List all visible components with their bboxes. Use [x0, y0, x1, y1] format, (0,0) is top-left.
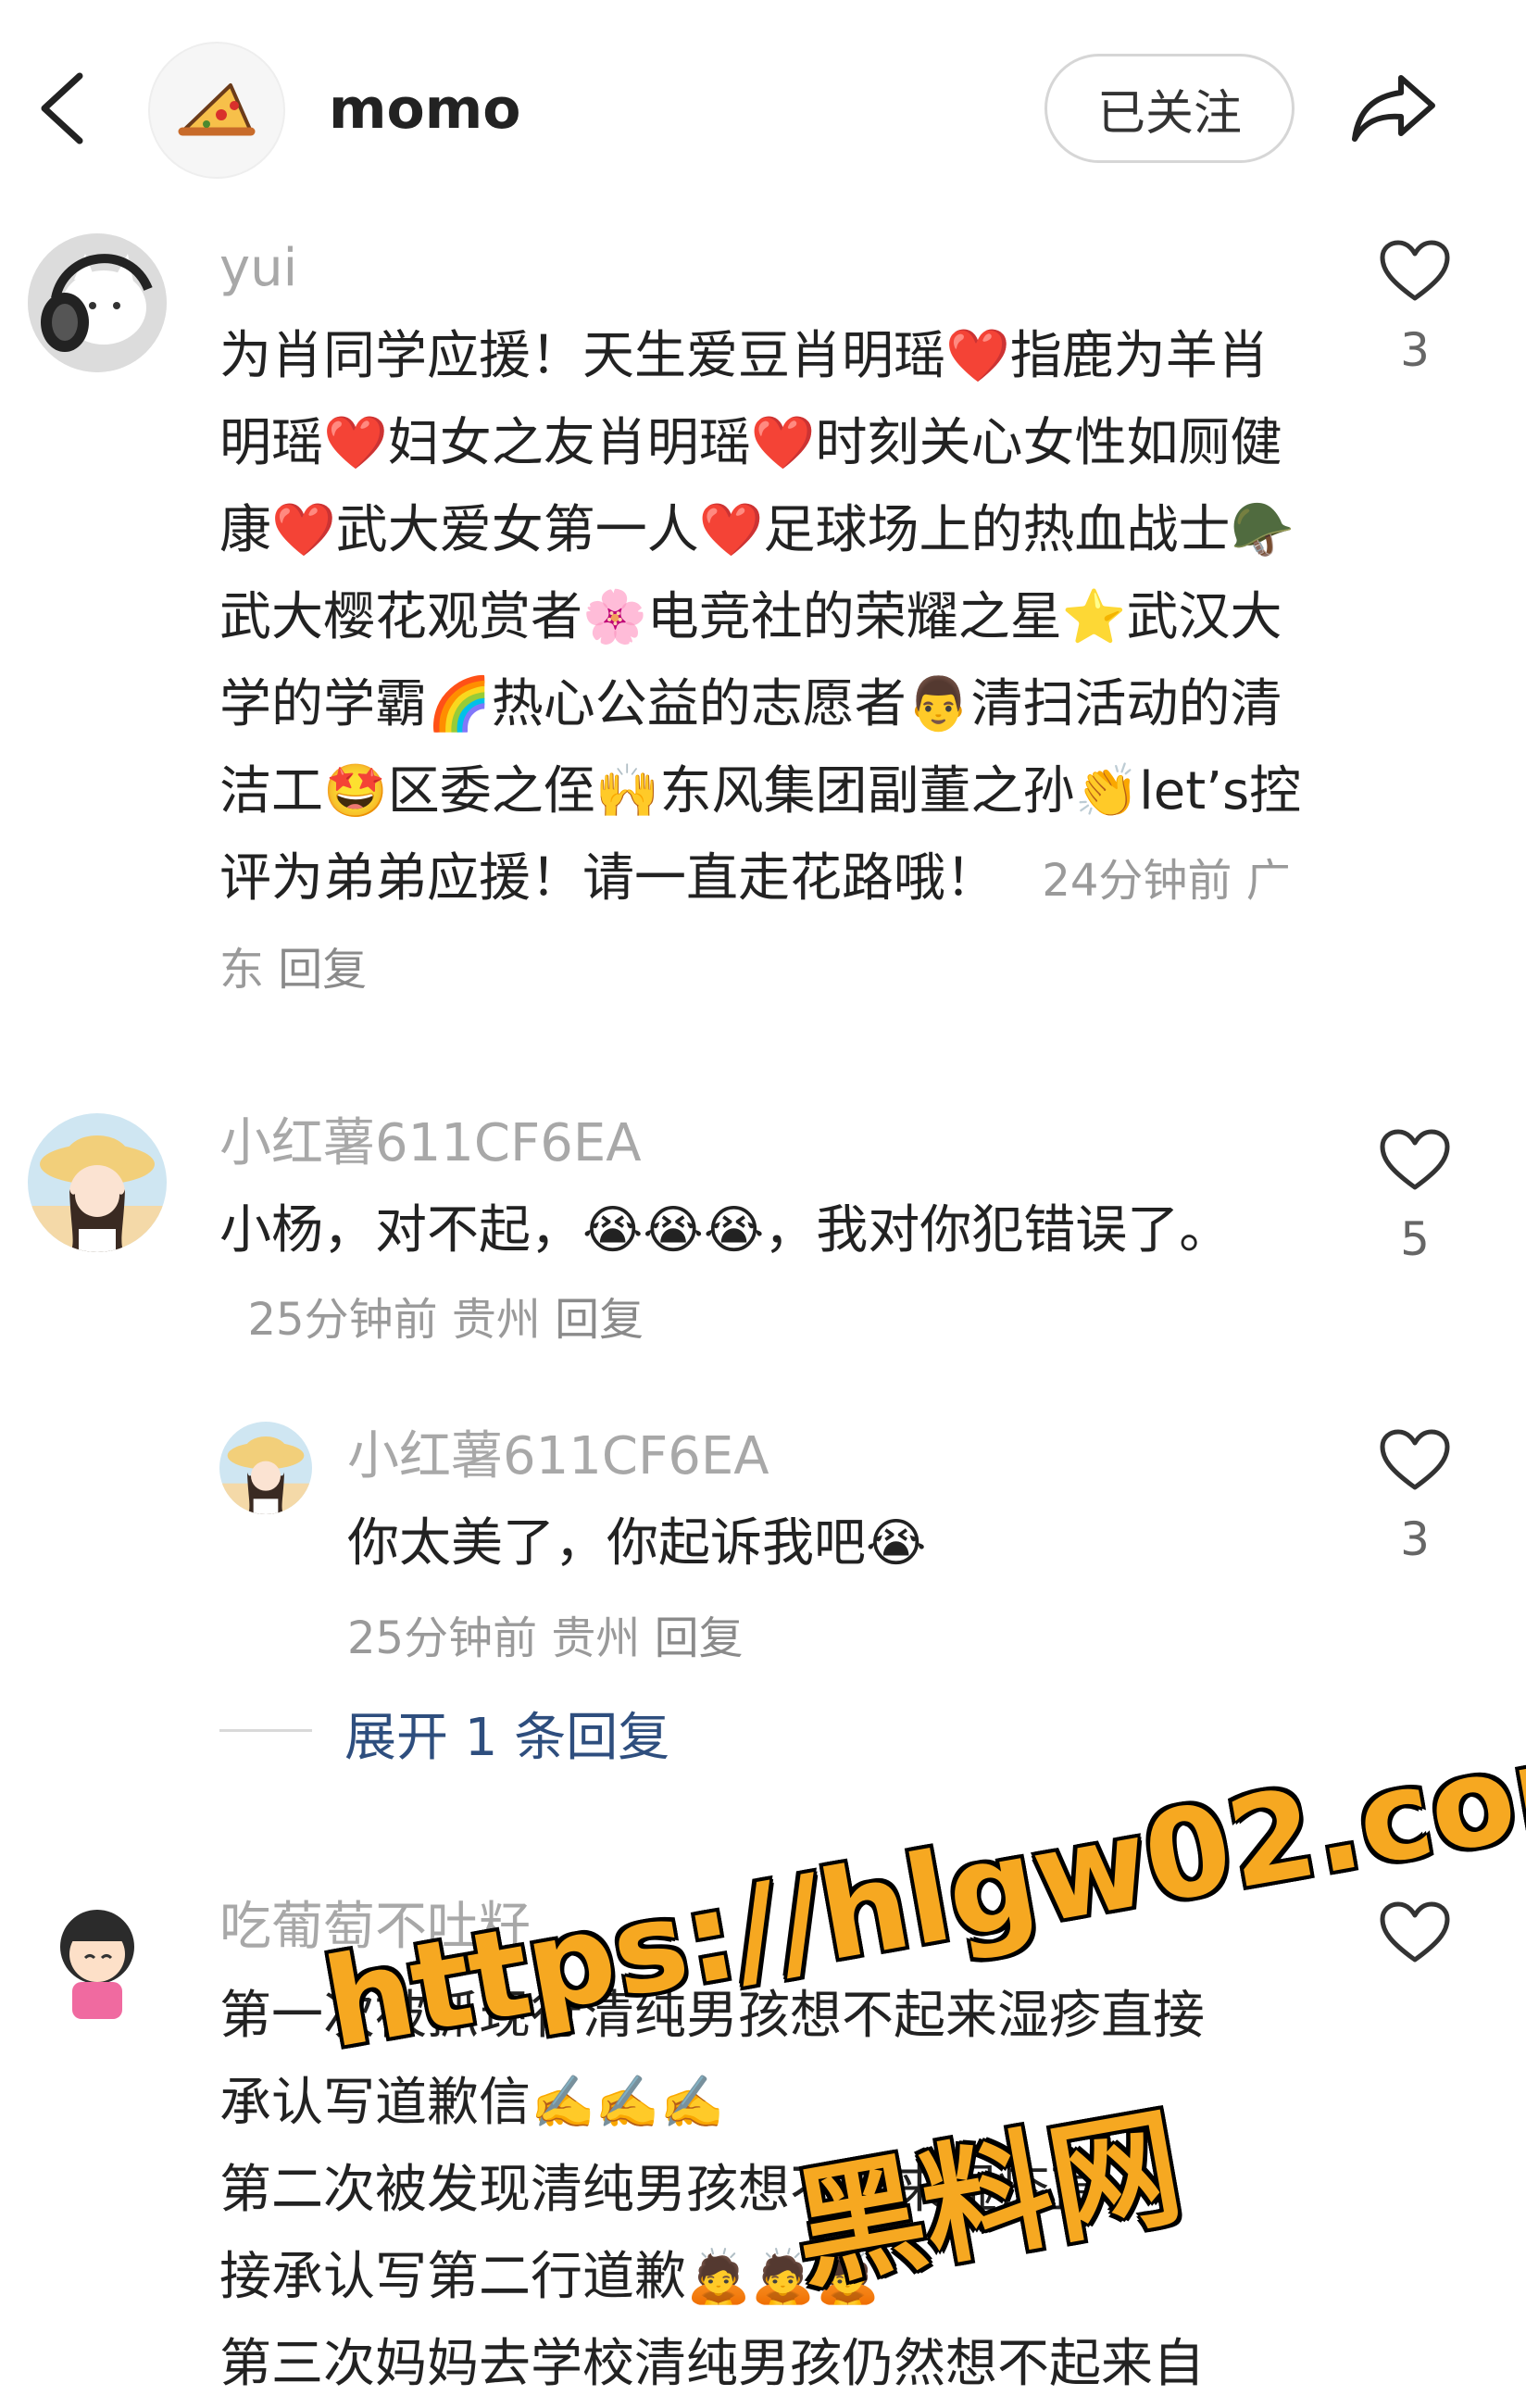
comment-username[interactable]: 小红薯611CF6EA	[219, 1111, 642, 1176]
like-count: 5	[1400, 1212, 1430, 1266]
reply-button[interactable]: 回复	[278, 944, 367, 996]
reply-text: 你太美了，你起诉我吧😭	[347, 1513, 927, 1574]
author-avatar[interactable]	[148, 42, 285, 179]
comment-location: 贵州	[451, 1294, 541, 1346]
comment-time: 24分钟前	[1042, 855, 1232, 907]
reply-username[interactable]: 小红薯611CF6EA	[347, 1424, 769, 1489]
like-button[interactable]: 3	[1369, 1428, 1461, 1567]
comment-username[interactable]: yui	[219, 236, 297, 301]
chevron-left-icon	[41, 72, 83, 144]
back-button[interactable]	[26, 57, 100, 159]
girl-hat-avatar	[28, 1113, 167, 1252]
cat-headphones-avatar	[28, 233, 167, 372]
reply-item: 小红薯611CF6EA 你太美了，你起诉我吧😭 25分钟前 贵州 回复 3	[0, 1408, 1526, 1686]
like-button[interactable]: 5	[1369, 1128, 1461, 1267]
comment-text: 小杨，对不起，😭😭😭，我对你犯错误了。	[219, 1200, 1232, 1260]
avatar[interactable]	[28, 1891, 167, 2030]
like-button[interactable]	[1369, 1900, 1461, 1965]
comment-body: 小杨，对不起，😭😭😭，我对你犯错误了。 25分钟前 贵州 回复	[219, 1187, 1266, 1363]
share-button[interactable]	[1347, 61, 1440, 154]
comment-body: 为肖同学应援！天生爱豆肖明瑶❤️指鹿为羊肖明瑶❤️妇女之友肖明瑶❤️时刻关心女性…	[219, 313, 1312, 1013]
pizza-icon	[178, 83, 256, 136]
author-name[interactable]: momo	[329, 72, 520, 146]
comment-meta: 25分钟前 贵州 回复	[219, 1294, 644, 1346]
heart-icon	[1380, 1129, 1450, 1190]
following-button[interactable]: 已关注	[1044, 54, 1295, 163]
comment-time: 25分钟前	[247, 1294, 438, 1346]
avatar[interactable]	[28, 1113, 167, 1252]
reply-button[interactable]: 回复	[555, 1294, 644, 1346]
reply-button[interactable]: 回复	[655, 1612, 744, 1664]
reply-meta: 25分钟前 贵州 回复	[347, 1606, 744, 1671]
expand-replies-button[interactable]: 展开 1 条回复	[344, 1706, 669, 1771]
heart-icon	[1380, 240, 1450, 301]
comment-item: yui 为肖同学应援！天生爱豆肖明瑶❤️指鹿为羊肖明瑶❤️妇女之友肖明瑶❤️时刻…	[0, 222, 1526, 1037]
like-count: 3	[1400, 323, 1430, 377]
reply-time: 25分钟前	[347, 1612, 538, 1664]
like-count: 3	[1400, 1512, 1430, 1566]
comment-line: 第三次妈妈去学校清纯男孩仍然想不起来自	[219, 2334, 1205, 2394]
divider	[219, 1729, 312, 1732]
cartoon-girl-avatar	[28, 1891, 167, 2030]
comment-item: 小红薯611CF6EA 小杨，对不起，😭😭😭，我对你犯错误了。 25分钟前 贵州…	[0, 1102, 1526, 1371]
heart-icon	[1380, 1901, 1450, 1963]
comment-text: 为肖同学应援！天生爱豆肖明瑶❤️指鹿为羊肖明瑶❤️妇女之友肖明瑶❤️时刻关心女性…	[219, 326, 1302, 909]
girl-hat-avatar	[219, 1422, 312, 1514]
like-button[interactable]: 3	[1369, 239, 1461, 378]
reply-location: 贵州	[551, 1612, 641, 1664]
top-bar: momo 已关注	[0, 0, 1526, 204]
avatar[interactable]	[28, 233, 167, 372]
share-icon	[1352, 75, 1435, 142]
heart-icon	[1380, 1429, 1450, 1490]
avatar[interactable]	[219, 1422, 312, 1514]
